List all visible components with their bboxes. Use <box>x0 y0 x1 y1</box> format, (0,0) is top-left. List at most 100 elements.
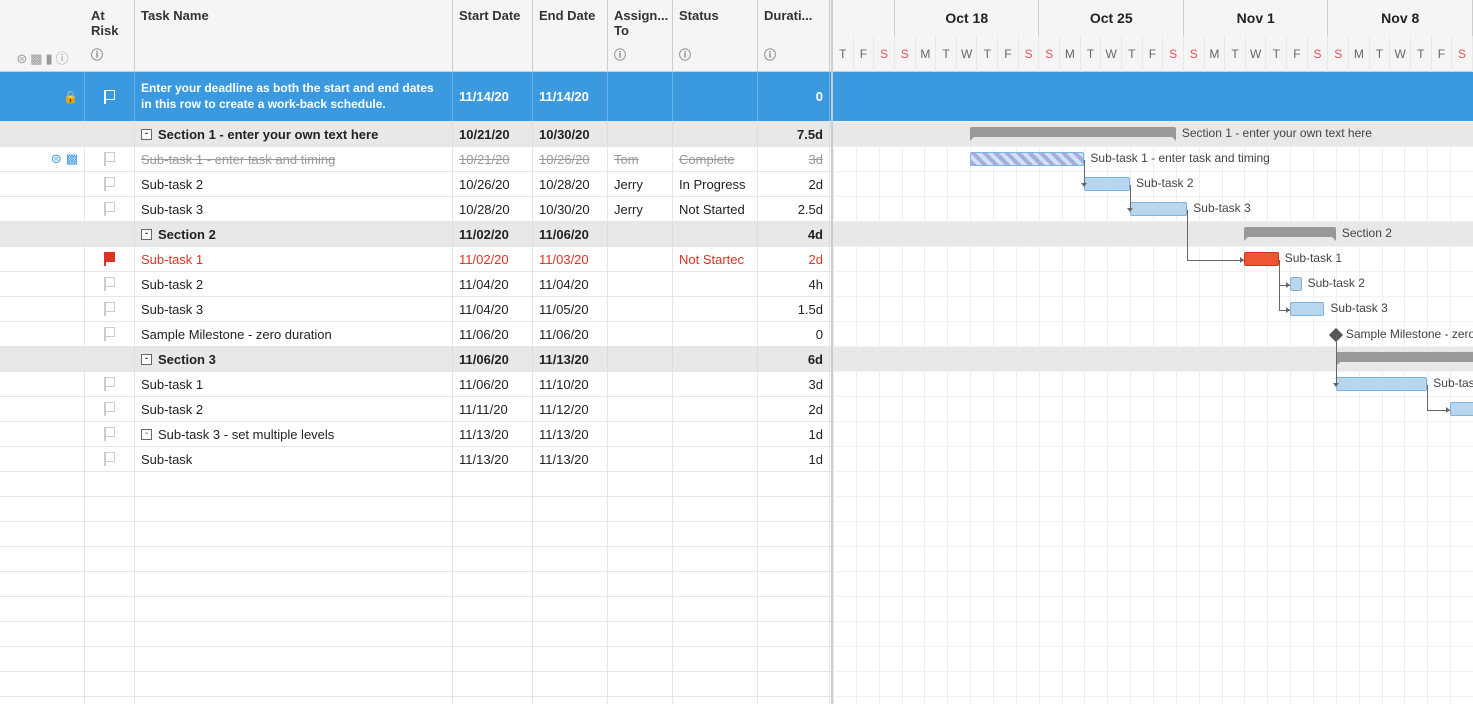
risk-cell[interactable] <box>85 347 135 371</box>
gantt-bar[interactable] <box>1130 202 1187 216</box>
end-cell[interactable]: 11/10/20 <box>533 372 608 396</box>
duration-cell[interactable]: 2.5d <box>758 197 830 221</box>
gantt-bar[interactable] <box>1450 402 1473 416</box>
status-cell[interactable]: Not Started <box>673 197 758 221</box>
grid-row-empty[interactable] <box>0 597 831 622</box>
end-cell[interactable]: 11/03/20 <box>533 247 608 271</box>
task-name-cell[interactable]: -Section 3 <box>135 347 453 371</box>
start-cell[interactable]: 11/06/20 <box>453 322 533 346</box>
end-cell[interactable]: 11/04/20 <box>533 272 608 296</box>
comment-icon[interactable]: ▩ <box>66 151 78 167</box>
assign-cell[interactable] <box>608 297 673 321</box>
assign-cell[interactable] <box>608 372 673 396</box>
end-cell[interactable]: 11/06/20 <box>533 222 608 246</box>
grid-row[interactable]: Sub-task 111/02/2011/03/20Not Startec2d <box>0 247 831 272</box>
col-header-duration[interactable]: Durati...ⓘ <box>758 0 830 71</box>
gantt-bar[interactable] <box>970 152 1084 166</box>
risk-cell[interactable] <box>85 397 135 421</box>
risk-cell[interactable] <box>85 172 135 196</box>
duration-cell[interactable]: 4h <box>758 272 830 296</box>
gantt-bar[interactable] <box>970 127 1176 137</box>
task-name-cell[interactable]: Enter your deadline as both the start an… <box>135 72 453 121</box>
end-cell[interactable]: 10/26/20 <box>533 147 608 171</box>
assign-cell[interactable] <box>608 72 673 121</box>
expander-icon[interactable]: - <box>141 229 152 240</box>
grid-row[interactable]: ⊜▩🔒Enter your deadline as both the start… <box>0 72 831 122</box>
end-cell[interactable]: 11/13/20 <box>533 447 608 471</box>
risk-cell[interactable] <box>85 222 135 246</box>
start-cell[interactable]: 11/02/20 <box>453 222 533 246</box>
assign-cell[interactable]: Jerry <box>608 172 673 196</box>
assign-cell[interactable] <box>608 122 673 146</box>
task-name-cell[interactable]: -Section 2 <box>135 222 453 246</box>
risk-cell[interactable] <box>85 322 135 346</box>
grid-row-empty[interactable] <box>0 572 831 597</box>
start-cell[interactable]: 11/11/20 <box>453 397 533 421</box>
start-cell[interactable]: 10/21/20 <box>453 147 533 171</box>
assign-cell[interactable]: Tom <box>608 147 673 171</box>
end-cell[interactable]: 11/06/20 <box>533 322 608 346</box>
status-cell[interactable] <box>673 447 758 471</box>
task-name-cell[interactable]: Sub-task 2 <box>135 397 453 421</box>
end-cell[interactable]: 10/30/20 <box>533 122 608 146</box>
duration-cell[interactable]: 0 <box>758 72 830 121</box>
status-cell[interactable] <box>673 372 758 396</box>
grid-row[interactable]: Sub-task 210/26/2010/28/20JerryIn Progre… <box>0 172 831 197</box>
gantt-bar[interactable] <box>1084 177 1130 191</box>
assign-cell[interactable] <box>608 222 673 246</box>
grid-row[interactable]: Sub-task11/13/2011/13/201d <box>0 447 831 472</box>
start-cell[interactable]: 10/28/20 <box>453 197 533 221</box>
grid-body[interactable]: ⊜▩🔒Enter your deadline as both the start… <box>0 72 831 704</box>
task-name-cell[interactable]: Sub-task 1 <box>135 372 453 396</box>
duration-cell[interactable]: 1d <box>758 422 830 446</box>
risk-cell[interactable] <box>85 372 135 396</box>
assign-cell[interactable] <box>608 247 673 271</box>
duration-cell[interactable]: 3d <box>758 372 830 396</box>
status-cell[interactable] <box>673 222 758 246</box>
grid-row-empty[interactable] <box>0 647 831 672</box>
assign-cell[interactable] <box>608 447 673 471</box>
duration-cell[interactable]: 7.5d <box>758 122 830 146</box>
task-name-cell[interactable]: Sub-task 1 - enter task and timing <box>135 147 453 171</box>
grid-row[interactable]: Sub-task 311/04/2011/05/201.5d <box>0 297 831 322</box>
duration-cell[interactable]: 1d <box>758 447 830 471</box>
risk-cell[interactable] <box>85 122 135 146</box>
grid-row[interactable]: Sub-task 211/04/2011/04/204h <box>0 272 831 297</box>
risk-cell[interactable] <box>85 272 135 296</box>
status-cell[interactable] <box>673 397 758 421</box>
grid-row[interactable]: -Section 311/06/2011/13/206d <box>0 347 831 372</box>
status-cell[interactable] <box>673 322 758 346</box>
grid-row[interactable]: Sub-task 211/11/2011/12/202d <box>0 397 831 422</box>
duration-cell[interactable]: 2d <box>758 172 830 196</box>
task-name-cell[interactable]: Sub-task 3 <box>135 197 453 221</box>
status-cell[interactable] <box>673 122 758 146</box>
grid-row[interactable]: -Section 1 - enter your own text here10/… <box>0 122 831 147</box>
grid-row[interactable]: Sub-task 111/06/2011/10/20 3d <box>0 372 831 397</box>
grid-row[interactable]: -Section 211/02/2011/06/204d <box>0 222 831 247</box>
end-cell[interactable]: 11/05/20 <box>533 297 608 321</box>
attachment-icon[interactable]: ⊜ <box>51 151 62 167</box>
status-cell[interactable] <box>673 72 758 121</box>
start-cell[interactable]: 11/06/20 <box>453 372 533 396</box>
start-cell[interactable]: 11/04/20 <box>453 297 533 321</box>
task-name-cell[interactable]: Sub-task 2 <box>135 172 453 196</box>
grid-row[interactable]: ⊜▩Sub-task 1 - enter task and timing10/2… <box>0 147 831 172</box>
gantt-bar[interactable] <box>1336 377 1427 391</box>
grid-row-empty[interactable] <box>0 472 831 497</box>
risk-cell[interactable] <box>85 422 135 446</box>
assign-cell[interactable] <box>608 397 673 421</box>
col-header-status[interactable]: Statusⓘ <box>673 0 758 71</box>
assign-cell[interactable]: Jerry <box>608 197 673 221</box>
end-cell[interactable]: 11/13/20 <box>533 347 608 371</box>
start-cell[interactable]: 11/04/20 <box>453 272 533 296</box>
col-header-name[interactable]: Task Name <box>135 0 453 71</box>
assign-cell[interactable] <box>608 322 673 346</box>
task-name-cell[interactable]: Sub-task <box>135 447 453 471</box>
expander-icon[interactable]: - <box>141 354 152 365</box>
expander-icon[interactable]: - <box>141 129 152 140</box>
end-cell[interactable]: 11/13/20 <box>533 422 608 446</box>
risk-cell[interactable] <box>85 297 135 321</box>
start-cell[interactable]: 11/14/20 <box>453 72 533 121</box>
end-cell[interactable]: 11/12/20 <box>533 397 608 421</box>
risk-cell[interactable] <box>85 72 135 121</box>
